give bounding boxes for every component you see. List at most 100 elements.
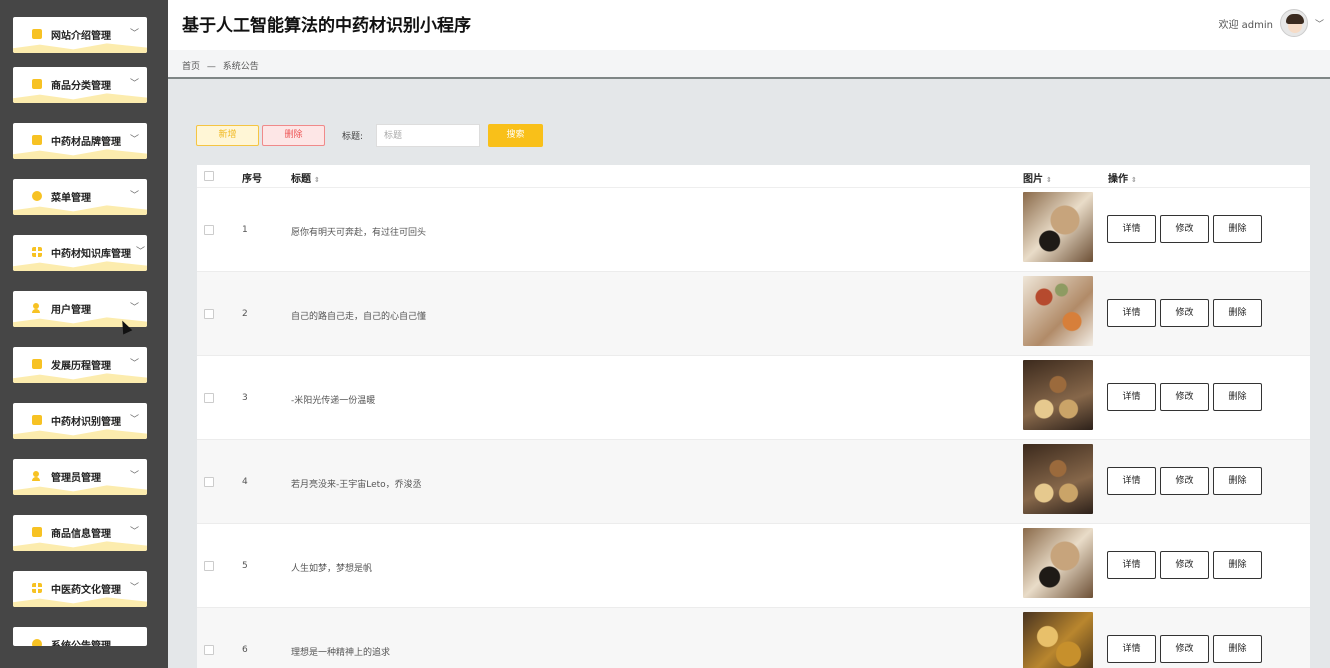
- detail-button[interactable]: 详情: [1107, 215, 1156, 243]
- delete-button[interactable]: 删除: [1213, 215, 1262, 243]
- card-icon: [32, 415, 42, 425]
- chevron-down-icon[interactable]: ﹀: [1315, 17, 1324, 30]
- edit-button[interactable]: 修改: [1160, 299, 1209, 327]
- edit-button[interactable]: 修改: [1160, 635, 1209, 663]
- add-button[interactable]: 新增: [196, 125, 259, 146]
- sidebar-item-label: 中医药文化管理: [51, 585, 121, 596]
- chevron-down-icon: ﹀: [129, 415, 139, 425]
- chevron-down-icon: ﹀: [129, 359, 139, 369]
- table-row: 2 自己的路自己走，自己的心自己懂 详情 修改 删除: [197, 272, 1310, 356]
- table-header: 序号 标题 ⇕ 图片 ⇕ 操作 ⇕: [197, 165, 1310, 188]
- wave-decoration: [13, 261, 147, 271]
- header-actions[interactable]: 操作 ⇕: [1108, 170, 1137, 185]
- sidebar-item-culture[interactable]: 中医药文化管理 ﹀: [13, 571, 147, 607]
- sidebar-item-history[interactable]: 发展历程管理 ﹀: [13, 347, 147, 383]
- breadcrumb-bar: 首页 — 系统公告: [168, 50, 1330, 79]
- row-image[interactable]: [1023, 360, 1093, 430]
- row-index: 2: [242, 309, 248, 319]
- header-index: 序号: [242, 174, 262, 185]
- sidebar-item-label: 系统公告管理: [51, 637, 111, 646]
- edit-button[interactable]: 修改: [1160, 467, 1209, 495]
- welcome-text: 欢迎 admin: [1218, 20, 1273, 31]
- delete-button[interactable]: 删除: [1213, 299, 1262, 327]
- sidebar-item-admins[interactable]: 管理员管理 ﹀: [13, 459, 147, 495]
- edit-button[interactable]: 修改: [1160, 383, 1209, 411]
- select-all-checkbox[interactable]: [204, 171, 214, 181]
- breadcrumb-current: 系统公告: [222, 62, 259, 72]
- row-index: 4: [242, 477, 248, 487]
- sidebar: 网站介绍管理 ﹀ 商品分类管理 ﹀ 中药材品牌管理 ﹀ 菜单管理 ﹀ 中药材知识…: [0, 0, 168, 668]
- row-checkbox[interactable]: [204, 225, 214, 235]
- sidebar-item-label: 管理员管理: [51, 473, 101, 484]
- sidebar-item-product-category[interactable]: 商品分类管理 ﹀: [13, 67, 147, 103]
- edit-button[interactable]: 修改: [1160, 215, 1209, 243]
- delete-button[interactable]: 删除: [1213, 635, 1262, 663]
- folder-icon: [32, 527, 42, 537]
- breadcrumb-home[interactable]: 首页: [182, 62, 200, 72]
- delete-button[interactable]: 删除: [1213, 467, 1262, 495]
- sidebar-item-label: 商品分类管理: [51, 81, 111, 92]
- sidebar-item-product-info[interactable]: 商品信息管理 ﹀: [13, 515, 147, 551]
- detail-button[interactable]: 详情: [1107, 299, 1156, 327]
- table-row: 1 愿你有明天可奔赴，有过往可回头 详情 修改 删除: [197, 188, 1310, 272]
- row-image[interactable]: [1023, 444, 1093, 514]
- sidebar-item-label: 商品信息管理: [51, 529, 111, 540]
- user-icon: [32, 303, 40, 313]
- row-checkbox[interactable]: [204, 645, 214, 655]
- row-title: 愿你有明天可奔赴，有过往可回头: [291, 228, 427, 238]
- search-button[interactable]: 搜索: [488, 124, 543, 147]
- circle-icon: [32, 639, 42, 646]
- chevron-down-icon: ﹀: [135, 247, 145, 257]
- chevron-down-icon: ﹀: [129, 527, 139, 537]
- avatar[interactable]: [1280, 9, 1308, 37]
- sidebar-item-menu[interactable]: 菜单管理 ﹀: [13, 179, 147, 215]
- wave-decoration: [13, 429, 147, 439]
- user-icon: [32, 471, 40, 481]
- breadcrumb: 首页 — 系统公告: [182, 59, 263, 72]
- row-checkbox[interactable]: [204, 309, 214, 319]
- delete-button[interactable]: 删除: [1213, 551, 1262, 579]
- sidebar-item-recognition[interactable]: 中药材识别管理 ﹀: [13, 403, 147, 439]
- breadcrumb-separator: —: [206, 62, 216, 72]
- sort-icon[interactable]: ⇕: [314, 176, 320, 184]
- row-title: -米阳光传递一份温暖: [291, 396, 376, 406]
- folder-icon: [32, 359, 42, 369]
- header-title[interactable]: 标题 ⇕: [291, 170, 320, 185]
- row-index: 3: [242, 393, 248, 403]
- row-image[interactable]: [1023, 192, 1093, 262]
- detail-button[interactable]: 详情: [1107, 551, 1156, 579]
- row-title: 理想是一种精神上的追求: [291, 648, 391, 658]
- row-image[interactable]: [1023, 612, 1093, 668]
- row-image[interactable]: [1023, 276, 1093, 346]
- chevron-down-icon: ﹀: [129, 79, 139, 89]
- batch-delete-button[interactable]: 删除: [262, 125, 325, 146]
- sidebar-item-announcements[interactable]: 系统公告管理: [13, 627, 147, 646]
- header-image[interactable]: 图片 ⇕: [1023, 170, 1052, 185]
- sidebar-item-label: 中药材品牌管理: [51, 137, 121, 148]
- row-index: 6: [242, 645, 248, 655]
- detail-button[interactable]: 详情: [1107, 467, 1156, 495]
- search-input[interactable]: [376, 124, 480, 147]
- table-row: 3 -米阳光传递一份温暖 详情 修改 删除: [197, 356, 1310, 440]
- top-bar: 基于人工智能算法的中药材识别小程序 欢迎 admin ﹀: [168, 0, 1330, 50]
- row-checkbox[interactable]: [204, 561, 214, 571]
- sidebar-item-label: 用户管理: [51, 305, 91, 316]
- row-image[interactable]: [1023, 528, 1093, 598]
- detail-button[interactable]: 详情: [1107, 635, 1156, 663]
- sort-icon[interactable]: ⇕: [1046, 176, 1052, 184]
- sort-icon[interactable]: ⇕: [1131, 176, 1137, 184]
- delete-button[interactable]: 删除: [1213, 383, 1262, 411]
- row-checkbox[interactable]: [204, 477, 214, 487]
- wave-decoration: [13, 149, 147, 159]
- detail-button[interactable]: 详情: [1107, 383, 1156, 411]
- sidebar-item-site-intro[interactable]: 网站介绍管理 ﹀: [13, 17, 147, 53]
- row-index: 5: [242, 561, 248, 571]
- sidebar-item-brand[interactable]: 中药材品牌管理 ﹀: [13, 123, 147, 159]
- sidebar-item-knowledge-base[interactable]: 中药材知识库管理 ﹀: [13, 235, 147, 271]
- row-checkbox[interactable]: [204, 393, 214, 403]
- sidebar-item-label: 发展历程管理: [51, 361, 111, 372]
- folder-icon: [32, 79, 42, 89]
- edit-button[interactable]: 修改: [1160, 551, 1209, 579]
- chevron-down-icon: ﹀: [129, 191, 139, 201]
- wave-decoration: [13, 93, 147, 103]
